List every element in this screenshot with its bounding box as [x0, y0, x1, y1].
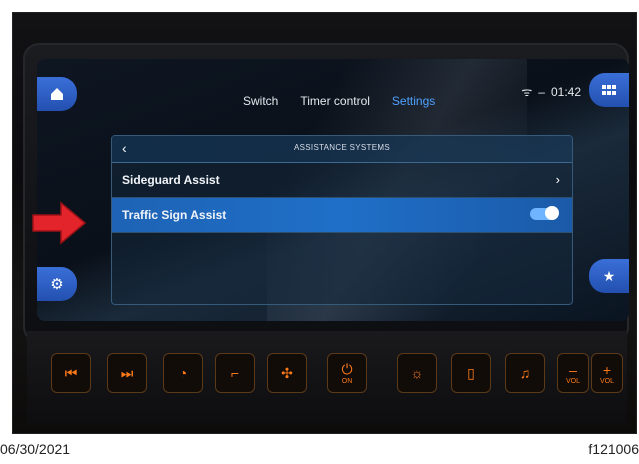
home-icon: [51, 88, 63, 100]
next-track-icon: ⏭: [120, 364, 134, 381]
lights-button[interactable]: ☼: [397, 353, 437, 393]
traffic-sign-assist-toggle[interactable]: [530, 206, 559, 220]
wifi-icon: ᯤ: [521, 85, 533, 99]
fan-icon: ✣: [281, 364, 293, 381]
infotainment-screen: ⚙ ★ ᯤ – 01:42 Switch Timer control Setti…: [37, 59, 629, 321]
grid-icon: [602, 85, 616, 95]
row-label: Traffic Sign Assist: [122, 208, 227, 222]
music-button[interactable]: ♫: [505, 353, 545, 393]
gear-icon: ⚙: [50, 276, 64, 293]
previous-track-icon: ⏮: [64, 364, 78, 381]
red-pointer-arrow-icon: [32, 201, 87, 245]
assistance-systems-panel: ‹ ASSISTANCE SYSTEMS Sideguard Assist › …: [111, 135, 573, 305]
volume-up-button[interactable]: + VOL: [591, 353, 623, 393]
speedometer-button[interactable]: ◔: [163, 353, 203, 393]
phone-button[interactable]: ▯: [451, 353, 491, 393]
list-item-traffic-sign-assist[interactable]: Traffic Sign Assist: [112, 198, 572, 233]
chevron-right-icon: ›: [555, 172, 560, 187]
seat-button[interactable]: ⌐: [215, 353, 255, 393]
list-item-sideguard-assist[interactable]: Sideguard Assist ›: [112, 163, 572, 198]
tab-settings[interactable]: Settings: [392, 94, 435, 108]
volume-down-button[interactable]: – VOL: [557, 353, 589, 393]
power-icon: ⏻: [341, 361, 353, 377]
hardware-control-strip: ⏮ ⏭ ◔ ⌐ ✣ ⏻ ON ☼ ▯ ♫ – VOL + VOL: [27, 331, 627, 425]
favorites-button[interactable]: ★: [589, 259, 629, 293]
apps-button[interactable]: [589, 73, 629, 107]
previous-track-button[interactable]: ⏮: [51, 353, 91, 393]
tab-bar: Switch Timer control Settings: [243, 94, 435, 108]
speedometer-icon: ◔: [178, 365, 188, 381]
figure-code: f121006: [588, 441, 639, 457]
panel-header: ‹ ASSISTANCE SYSTEMS: [112, 136, 572, 163]
tab-timer-control[interactable]: Timer control: [300, 94, 370, 108]
music-icon: ♫: [519, 365, 531, 381]
power-label: ON: [341, 378, 353, 385]
volume-down-label: VOL: [565, 377, 580, 385]
settings-button[interactable]: ⚙: [37, 267, 77, 301]
vehicle-display-photo: ⚙ ★ ᯤ – 01:42 Switch Timer control Setti…: [12, 12, 637, 434]
seat-icon: ⌐: [230, 365, 240, 381]
next-track-button[interactable]: ⏭: [107, 353, 147, 393]
light-icon: ☼: [410, 365, 424, 381]
phone-icon: ▯: [467, 364, 475, 381]
minus-icon: –: [569, 361, 577, 378]
plus-icon: +: [602, 361, 612, 378]
home-button[interactable]: [37, 77, 77, 111]
clock: 01:42: [550, 84, 581, 99]
panel-title: ASSISTANCE SYSTEMS: [294, 143, 390, 152]
status-bar: ᯤ – 01:42: [521, 83, 581, 100]
signal-dash-icon: –: [538, 84, 545, 99]
toggle-knob: [545, 206, 559, 220]
figure-date: 06/30/2021: [0, 441, 71, 457]
tab-switch[interactable]: Switch: [243, 94, 278, 108]
volume-up-label: VOL: [599, 377, 614, 385]
fan-button[interactable]: ✣: [267, 353, 307, 393]
star-icon: ★: [602, 267, 616, 284]
power-button[interactable]: ⏻ ON: [327, 353, 367, 393]
row-label: Sideguard Assist: [122, 173, 220, 187]
